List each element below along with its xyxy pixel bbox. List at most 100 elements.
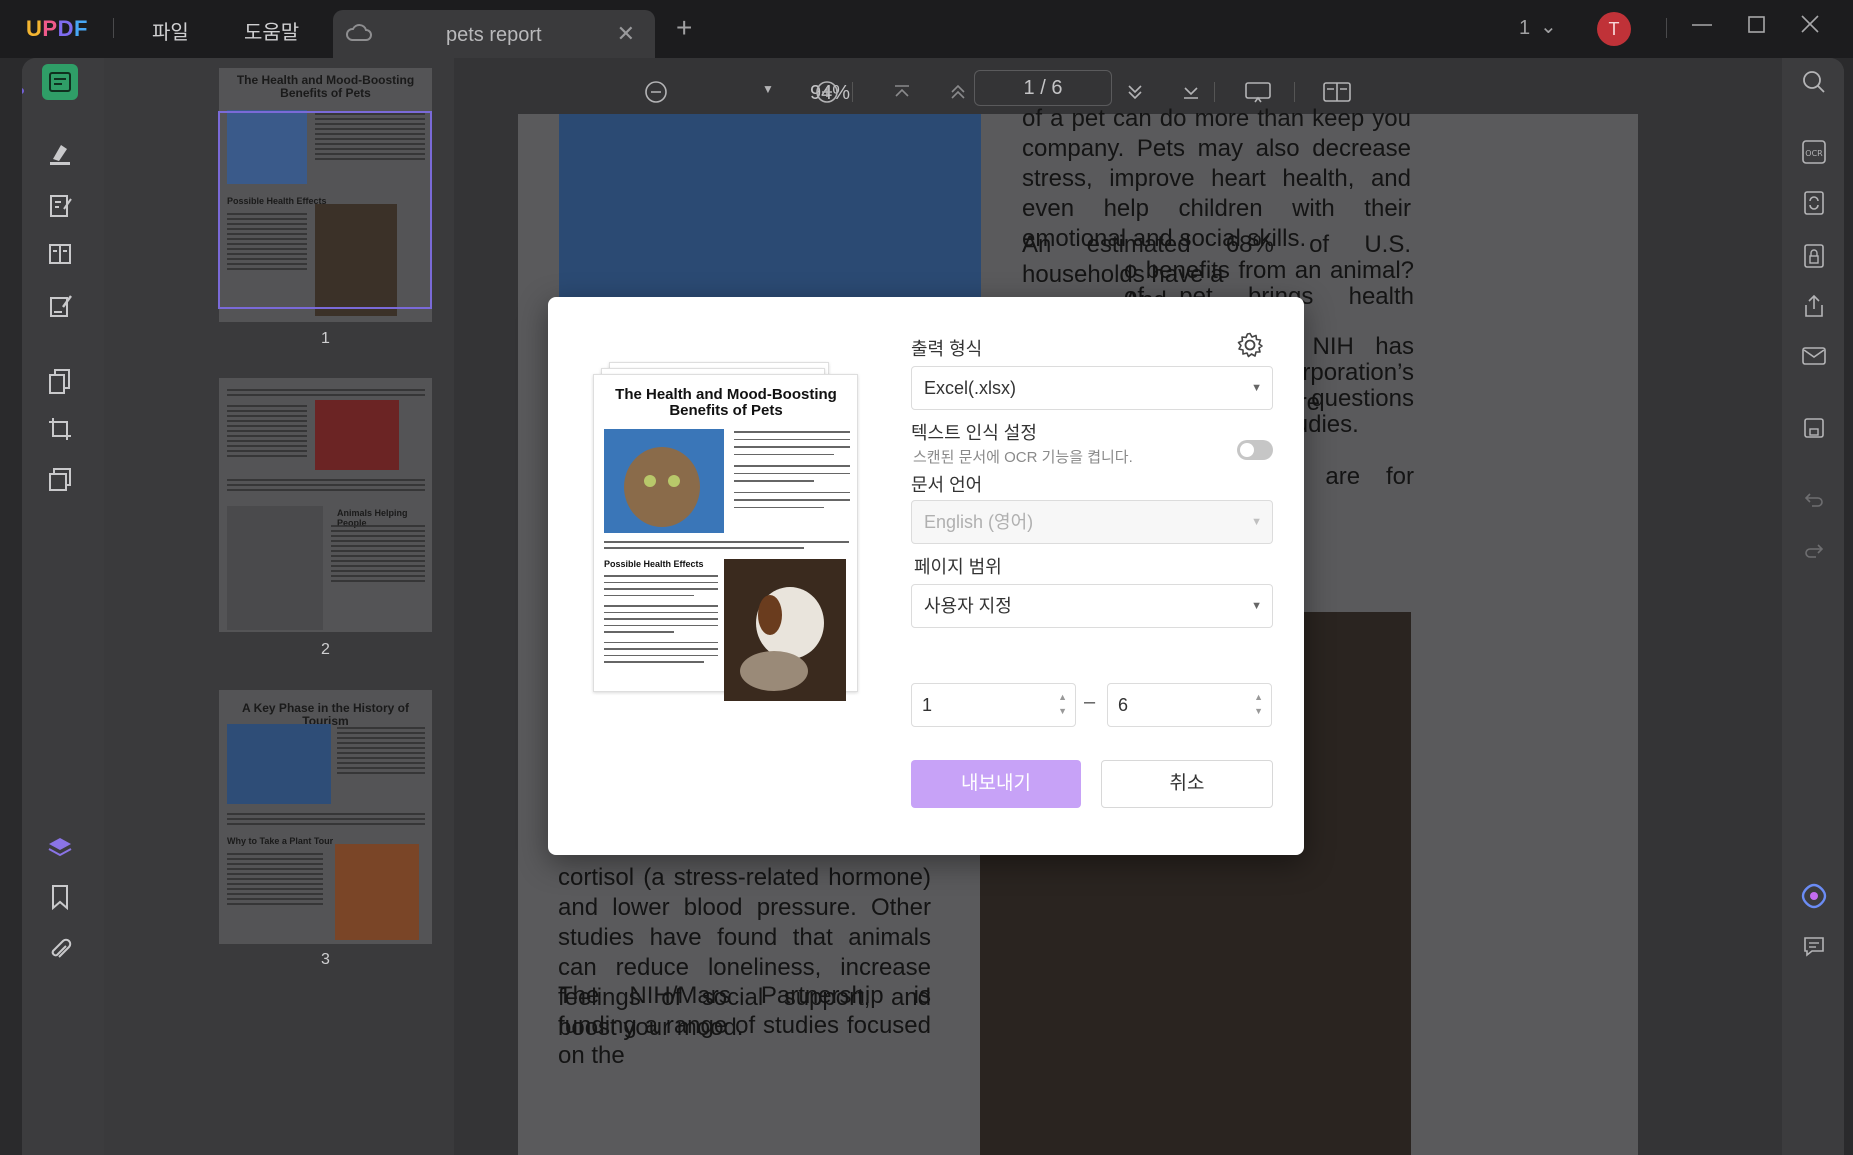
range-from-input[interactable]: 1 ▲ ▼ [911, 683, 1076, 727]
title-bar: UPDF 파일 도움말 pets report ✕ + 1 ⌄ T [0, 0, 1853, 60]
first-page-icon[interactable] [890, 80, 914, 110]
thumbnail-page-number: 2 [321, 641, 330, 658]
page-thumbnail-2[interactable]: Animals Helping People [219, 378, 432, 632]
redo-icon[interactable] [1800, 537, 1828, 565]
stepper-arrows-icon[interactable]: ▲ ▼ [1058, 690, 1067, 718]
stepper-arrows-icon[interactable]: ▲ ▼ [1254, 690, 1263, 718]
share-icon[interactable] [1800, 292, 1828, 320]
ai-assistant-icon[interactable] [1800, 882, 1828, 910]
form-icon[interactable] [42, 236, 78, 272]
ocr-settings-label: 텍스트 인식 설정 [911, 423, 1037, 443]
attachment-icon[interactable] [42, 932, 78, 968]
paragraph-text: The NIH/Mars Partnership is funding a ra… [558, 982, 931, 1069]
sign-icon[interactable] [42, 288, 78, 324]
page-range-value: 사용자 지정 [924, 596, 1012, 616]
export-dialog: The Health and Mood-Boosting Benefits of… [548, 297, 1304, 855]
right-tool-rail: OCR [1782, 58, 1844, 1155]
save-icon[interactable] [1800, 414, 1828, 442]
thumbnail-title: The Health and Mood-Boosting Benefits of… [236, 73, 415, 101]
close-window-button[interactable] [1798, 12, 1822, 43]
thumbnail-subheading: Why to Take a Plant Tour [227, 836, 334, 846]
zoom-in-icon[interactable] [815, 80, 839, 110]
close-tab-icon[interactable]: ✕ [617, 21, 635, 47]
gray-cat-image [227, 506, 323, 630]
menu-help[interactable]: 도움말 [244, 16, 299, 45]
preview-subheading: Possible Health Effects [604, 559, 704, 569]
thumbnail-title: A Key Phase in the History of Tourism [242, 701, 409, 729]
separator [852, 82, 853, 102]
range-to-input[interactable]: 6 ▲ ▼ [1107, 683, 1272, 727]
chevron-down-icon: ▼ [1251, 600, 1262, 612]
document-language-value: English (영어) [924, 512, 1034, 532]
output-format-select[interactable]: Excel(.xlsx) ▼ [911, 366, 1273, 410]
preview-cat-image [604, 429, 724, 533]
cloud-icon [345, 22, 373, 49]
zoom-out-icon[interactable] [644, 80, 668, 110]
christmas-image [315, 400, 399, 470]
bookmark-icon[interactable] [42, 879, 78, 915]
range-to-value: 6 [1118, 695, 1129, 715]
range-from-value: 1 [922, 695, 933, 715]
page-number-input[interactable]: 1 / 6 [974, 70, 1112, 106]
active-indicator [22, 88, 24, 94]
range-dash: – [1084, 691, 1096, 713]
ocr-hint: 스캔된 문서에 OCR 기능을 켭니다. [913, 449, 1133, 466]
output-format-value: Excel(.xlsx) [924, 378, 1017, 398]
page-range-select[interactable]: 사용자 지정 ▼ [911, 584, 1273, 628]
settings-gear-icon[interactable] [1236, 331, 1264, 364]
layers-icon[interactable] [42, 830, 78, 866]
preview-dog-image [724, 559, 846, 701]
edit-pdf-icon[interactable] [42, 188, 78, 224]
window-count[interactable]: 1 [1519, 17, 1530, 40]
separator [1294, 82, 1295, 102]
reader-mode-icon[interactable] [42, 64, 78, 100]
page-layout-icon[interactable] [1322, 80, 1352, 110]
thumbnail-page-number: 3 [321, 951, 330, 968]
thumbnail-selection [218, 111, 432, 309]
menu-file[interactable]: 파일 [152, 16, 189, 45]
organize-pages-icon[interactable] [42, 363, 78, 399]
preview-title: The Health and Mood-Boosting Benefits of… [615, 386, 837, 419]
chevron-down-icon: ▼ [1251, 382, 1262, 394]
tourism-image [227, 724, 331, 804]
crop-icon[interactable] [42, 411, 78, 447]
minimize-button[interactable] [1690, 12, 1714, 43]
export-button[interactable]: 내보내기 [911, 760, 1081, 808]
page-thumbnail-3[interactable]: A Key Phase in the History of Tourism Wh… [219, 690, 432, 944]
chevron-down-icon: ▼ [1251, 516, 1262, 528]
separator [1666, 18, 1667, 38]
viewer-toolbar: 94% ▼ 1 / 6 [454, 58, 1782, 126]
presentation-icon[interactable] [1244, 80, 1272, 110]
ocr-icon[interactable]: OCR [1800, 138, 1828, 166]
next-page-icon[interactable] [1123, 80, 1147, 110]
thumbnail-panel: The Health and Mood-Boosting Benefits of… [104, 58, 454, 1155]
new-tab-button[interactable]: + [676, 14, 692, 42]
document-language-label: 문서 언어 [911, 475, 983, 495]
cancel-button[interactable]: 취소 [1101, 760, 1273, 808]
convert-icon[interactable] [1800, 189, 1828, 217]
compress-icon[interactable] [42, 461, 78, 497]
maximize-button[interactable] [1745, 12, 1769, 43]
comment-highlighter-icon[interactable] [42, 136, 78, 172]
svg-text:OCR: OCR [1805, 149, 1823, 158]
previous-page-icon[interactable] [946, 80, 970, 110]
last-page-icon[interactable] [1179, 80, 1203, 110]
search-icon[interactable] [1800, 68, 1828, 96]
separator [113, 18, 114, 38]
chevron-down-icon[interactable]: ⌄ [1540, 14, 1557, 39]
page-range-label: 페이지 범위 [914, 557, 1002, 577]
undo-icon[interactable] [1800, 486, 1828, 514]
eiffel-image [335, 844, 419, 940]
comment-list-icon[interactable] [1800, 932, 1828, 960]
ocr-toggle[interactable] [1237, 440, 1273, 460]
output-format-label: 출력 형식 [911, 339, 983, 359]
document-tab[interactable]: pets report ✕ [333, 10, 655, 60]
zoom-dropdown-icon[interactable]: ▼ [762, 82, 774, 96]
tab-title: pets report [446, 24, 542, 46]
protect-icon[interactable] [1800, 242, 1828, 270]
document-language-select[interactable]: English (영어) ▼ [911, 500, 1273, 544]
email-icon[interactable] [1800, 342, 1828, 370]
separator [1214, 82, 1215, 102]
preview-sheet-front: The Health and Mood-Boosting Benefits of… [593, 374, 858, 701]
user-avatar[interactable]: T [1597, 12, 1631, 46]
